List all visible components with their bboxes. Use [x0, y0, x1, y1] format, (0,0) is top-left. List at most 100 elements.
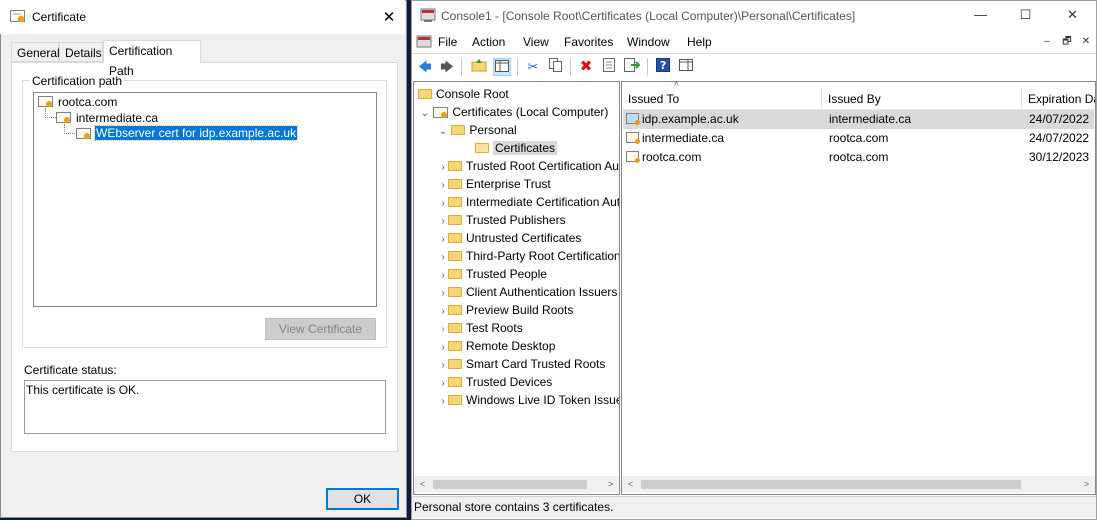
view-certificate-button[interactable]: View Certificate [265, 318, 376, 340]
scroll-thumb[interactable] [433, 480, 587, 489]
menu-action[interactable]: Action [472, 35, 505, 49]
menu-window[interactable]: Window [627, 35, 670, 49]
menu-file[interactable]: File [438, 35, 457, 49]
cell-issued-to: intermediate.ca [642, 131, 725, 145]
certificate-icon [10, 10, 25, 23]
tree-node-store[interactable]: › Remote Desktop [438, 337, 619, 355]
folder-icon [418, 88, 432, 99]
up-folder-icon[interactable] [470, 58, 488, 76]
tree-node-personal-certificates[interactable]: Certificates [475, 139, 558, 157]
column-header-expiration-date[interactable]: Expiration Date [1022, 88, 1095, 110]
tree-node-label: Personal [469, 123, 517, 137]
scroll-thumb[interactable] [641, 480, 1021, 489]
toolbar-divider [412, 53, 1096, 54]
export-icon[interactable] [623, 58, 641, 76]
close-icon[interactable]: ✕ [378, 7, 400, 29]
chevron-right-icon[interactable]: › [438, 393, 448, 411]
help-icon[interactable]: ? [654, 58, 672, 76]
minimize-icon[interactable]: — [958, 0, 1003, 30]
tab-certification-path[interactable]: Certification Path [103, 40, 201, 78]
cell-issued-by: rootca.com [829, 150, 889, 164]
action-pane-icon[interactable] [677, 58, 695, 76]
tree-node-store[interactable]: › Untrusted Certificates [438, 229, 619, 247]
tree-node-store[interactable]: ›Third-Party Root Certification Authorit… [438, 247, 620, 265]
toolbar-separator [570, 58, 571, 76]
tree-node-label: Enterprise Trust [466, 177, 551, 191]
tree-node-store[interactable]: › Smart Card Trusted Roots [438, 355, 619, 373]
tree-node-label: Client Authentication Issuers [466, 285, 618, 299]
certificate-list[interactable]: ^ Issued To Issued By Expiration Date id… [621, 81, 1096, 495]
certificate-dialog-title: Certificate [32, 10, 87, 24]
tree-node-store[interactable]: › Test Roots [438, 319, 619, 337]
toolbar-separator [517, 58, 518, 76]
folder-icon [448, 268, 462, 279]
chevron-down-icon[interactable]: ⌄ [438, 123, 448, 141]
table-row[interactable]: idp.example.ac.uk [626, 110, 739, 129]
close-icon[interactable]: ✕ [1050, 0, 1095, 30]
mdi-minimize-icon[interactable]: – [1038, 34, 1056, 50]
tree-node-personal[interactable]: ⌄ Personal [438, 121, 517, 139]
folder-icon [448, 178, 462, 189]
mdi-restore-icon[interactable]: 🗗 [1058, 34, 1076, 50]
show-hide-tree-icon[interactable] [493, 58, 511, 76]
status-bar: Personal store contains 3 certificates. [412, 496, 1096, 518]
path-node-intermediate[interactable]: intermediate.ca [76, 111, 158, 125]
copy-icon[interactable] [547, 58, 565, 76]
menu-favorites[interactable]: Favorites [564, 35, 613, 49]
menu-view[interactable]: View [523, 35, 549, 49]
scroll-right-icon[interactable]: > [602, 476, 619, 493]
tree-node-store[interactable]: › Trusted Publishers [438, 211, 619, 229]
mdi-close-icon[interactable]: ✕ [1077, 34, 1095, 50]
cell-issued-to: rootca.com [642, 150, 702, 164]
tree-node-store[interactable]: › Enterprise Trust [438, 175, 619, 193]
tree-node-store[interactable]: › Trusted Devices [438, 373, 619, 391]
tab-general[interactable]: General [11, 42, 60, 62]
tree-node-store[interactable]: › Windows Live ID Token Issuer [438, 391, 619, 411]
scroll-left-icon[interactable]: < [414, 476, 431, 493]
tree-node-certificates-local-computer[interactable]: ⌄ Certificates (Local Computer) [420, 103, 609, 123]
table-row[interactable]: rootca.com [626, 148, 701, 167]
tree-node-label: Third-Party Root Certification Authoriti… [466, 249, 620, 263]
properties-icon[interactable] [600, 58, 618, 76]
scroll-right-icon[interactable]: > [1078, 476, 1095, 493]
tree-node-store[interactable]: › Client Authentication Issuers [438, 283, 619, 301]
folder-icon [448, 214, 462, 225]
console-tree[interactable]: Console Root ⌄ Certificates (Local Compu… [413, 81, 620, 495]
tree-node-console-root[interactable]: Console Root [418, 85, 509, 103]
tree-node-label: Certificates [493, 141, 558, 155]
toolbar-separator [461, 58, 462, 76]
path-node-leaf[interactable]: WEbserver cert for idp.example.ac.uk [93, 125, 299, 141]
certificate-status-text[interactable]: This certificate is OK. [24, 380, 386, 434]
tree-node-label: Remote Desktop [466, 339, 556, 353]
console-menu-icon[interactable] [416, 34, 432, 50]
ok-button[interactable]: OK [326, 488, 399, 510]
tree-node-store[interactable]: ›Trusted Root Certification Authorities [438, 157, 619, 175]
certificate-status-label: Certificate status: [24, 363, 117, 377]
folder-icon [448, 304, 462, 315]
forward-icon[interactable]: 🡆 [438, 58, 456, 76]
column-header-issued-to[interactable]: Issued To [622, 88, 822, 110]
back-icon[interactable]: 🡄 [416, 58, 434, 76]
chevron-down-icon[interactable]: ⌄ [420, 105, 430, 123]
tree-node-label: Smart Card Trusted Roots [466, 357, 606, 371]
folder-icon [448, 286, 462, 297]
menu-help[interactable]: Help [687, 35, 712, 49]
window-title: Console1 - [Console Root\Certificates (L… [441, 9, 856, 23]
folder-icon [448, 322, 462, 333]
scroll-left-icon[interactable]: < [622, 476, 639, 493]
tree-node-store[interactable]: ›Intermediate Certification Authorities [438, 193, 619, 211]
certificate-icon [626, 151, 640, 164]
delete-icon[interactable]: ✖ [577, 58, 595, 76]
folder-icon [448, 358, 462, 369]
tab-details[interactable]: Details [59, 42, 103, 62]
table-row[interactable]: intermediate.ca [626, 129, 724, 148]
folder-icon [451, 124, 466, 135]
tree-node-store[interactable]: › Trusted People [438, 265, 619, 283]
toolbar-separator [647, 58, 648, 76]
maximize-icon[interactable]: ☐ [1003, 0, 1048, 30]
column-header-issued-by[interactable]: Issued By [822, 88, 1022, 110]
tree-node-store[interactable]: › Preview Build Roots [438, 301, 619, 319]
certificate-icon [56, 112, 71, 123]
cut-icon[interactable]: ✂ [524, 58, 542, 76]
path-node-root[interactable]: rootca.com [58, 95, 117, 109]
